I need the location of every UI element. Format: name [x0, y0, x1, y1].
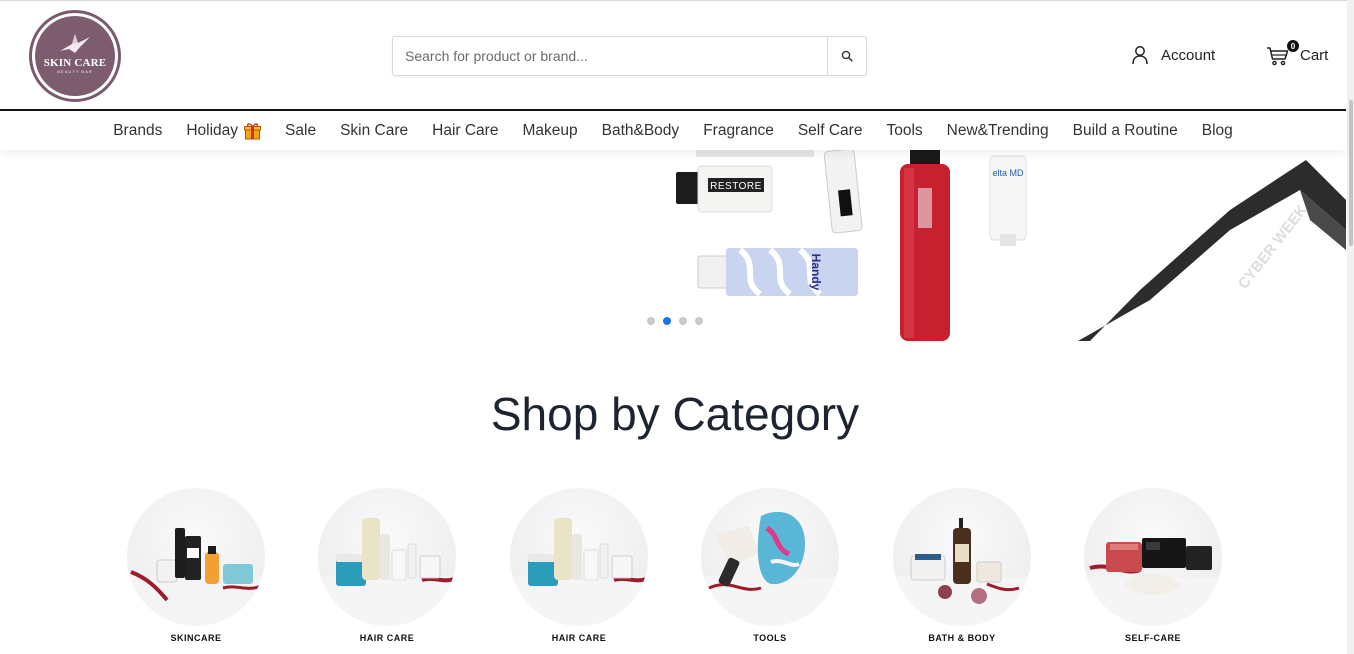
nav-item-new-trending[interactable]: New&Trending: [935, 122, 1061, 140]
user-icon: [1132, 46, 1148, 65]
nav-item-sale[interactable]: Sale: [273, 122, 328, 140]
gift-icon: [244, 122, 262, 139]
restore-text: RESTORE: [710, 181, 762, 192]
elta-tube-image: elta MD: [989, 155, 1027, 246]
red-bottle-image: [900, 150, 950, 341]
nav-item-label: Hair Care: [432, 121, 499, 139]
category-image: [127, 488, 265, 626]
nav-item-brands[interactable]: Brands: [101, 122, 174, 140]
hero-carousel[interactable]: RESTORE Handy elta MD CYBER WEEK: [0, 150, 1346, 341]
category-label: SELF-CARE: [1125, 633, 1181, 643]
site-logo[interactable]: SKIN CARE BEAUTY BAR: [29, 10, 121, 102]
carousel-dot-2[interactable]: [663, 317, 671, 325]
page-scrollbar[interactable]: [1347, 0, 1354, 654]
nav-item-tools[interactable]: Tools: [874, 122, 934, 140]
crane-logo-icon: [60, 34, 90, 53]
account-label: Account: [1161, 46, 1216, 64]
nav-item-label: Bath&Body: [601, 121, 680, 139]
logo-badge: SKIN CARE BEAUTY BAR: [35, 16, 115, 96]
category-hair-care-2[interactable]: HAIR CARE: [509, 488, 649, 643]
category-image: [318, 488, 456, 626]
restore-tube-image: RESTORE: [676, 165, 773, 213]
category-image: [893, 488, 1031, 626]
hero-product-image: RESTORE Handy elta MD CYBER WEEK: [676, 150, 1346, 341]
category-image: [701, 488, 839, 626]
carousel-dot-3[interactable]: [679, 317, 687, 325]
category-label: TOOLS: [753, 633, 787, 643]
category-label: BATH & BODY: [928, 633, 996, 643]
section-title: Shop by Category: [490, 388, 860, 440]
top-border: [0, 0, 1354, 1]
nav-item-label: Brands: [113, 121, 163, 139]
nav-item-label: Skin Care: [340, 121, 409, 139]
account-link[interactable]: Account: [1130, 45, 1215, 65]
cart-label: Cart: [1300, 46, 1329, 64]
category-label: SKINCARE: [170, 633, 222, 643]
cart-link[interactable]: 0 Cart: [1266, 40, 1329, 67]
carousel-dot-1[interactable]: [647, 317, 655, 325]
carousel-dots: [647, 317, 703, 325]
nav-item-label: Blog: [1201, 121, 1233, 139]
nav-item-label: Build a Routine: [1072, 121, 1178, 139]
nav-item-fragrance[interactable]: Fragrance: [691, 122, 786, 140]
category-label: HAIR CARE: [551, 633, 607, 643]
search-bar: [392, 36, 867, 76]
search-button[interactable]: [827, 37, 866, 75]
nav-item-label: Holiday: [186, 121, 239, 139]
scrollbar-thumb[interactable]: [1349, 100, 1353, 246]
carousel-dot-4[interactable]: [695, 317, 703, 325]
nav-item-holiday[interactable]: Holiday: [174, 122, 273, 140]
nav-item-hair-care[interactable]: Hair Care: [420, 122, 510, 140]
nav-item-bath-body[interactable]: Bath&Body: [590, 122, 692, 140]
nav-item-label: Makeup: [522, 121, 578, 139]
category-list: SKINCARE HAIR CARE HAIR CARE TOOLS BATH …: [0, 488, 1350, 648]
logo-subtitle: BEAUTY BAR: [57, 69, 93, 74]
nav-item-label: Fragrance: [703, 121, 774, 139]
nav-item-build-routine[interactable]: Build a Routine: [1061, 122, 1190, 140]
nav-item-self-care[interactable]: Self Care: [786, 122, 875, 140]
cart-count-badge: 0: [1287, 40, 1299, 52]
category-bath-body[interactable]: BATH & BODY: [892, 488, 1032, 643]
category-hair-care[interactable]: HAIR CARE: [317, 488, 457, 643]
category-image: [510, 488, 648, 626]
search-icon: [841, 50, 853, 62]
nav-item-skin-care[interactable]: Skin Care: [328, 122, 420, 140]
cyber-week-ribbon-image: CYBER WEEK: [1078, 160, 1346, 341]
category-label: HAIR CARE: [359, 633, 415, 643]
search-input[interactable]: [393, 37, 827, 75]
elta-text: elta MD: [992, 168, 1024, 178]
category-tools[interactable]: TOOLS: [700, 488, 840, 643]
nav-item-label: Self Care: [797, 121, 863, 139]
nav-item-makeup[interactable]: Makeup: [510, 122, 589, 140]
handy-tube-image: Handy: [697, 247, 858, 297]
logo-title: SKIN CARE: [43, 57, 107, 69]
nav-item-blog[interactable]: Blog: [1190, 122, 1245, 140]
category-skincare[interactable]: SKINCARE: [126, 488, 266, 643]
nav-item-label: Sale: [285, 121, 317, 139]
nav-item-label: New&Trending: [946, 121, 1049, 139]
main-nav: Brands Holiday Sale Skin Care Hair Care …: [0, 109, 1346, 150]
category-self-care[interactable]: SELF-CARE: [1083, 488, 1223, 643]
category-image: [1084, 488, 1222, 626]
handy-text: Handy: [809, 254, 823, 291]
nav-item-label: Tools: [886, 121, 923, 139]
